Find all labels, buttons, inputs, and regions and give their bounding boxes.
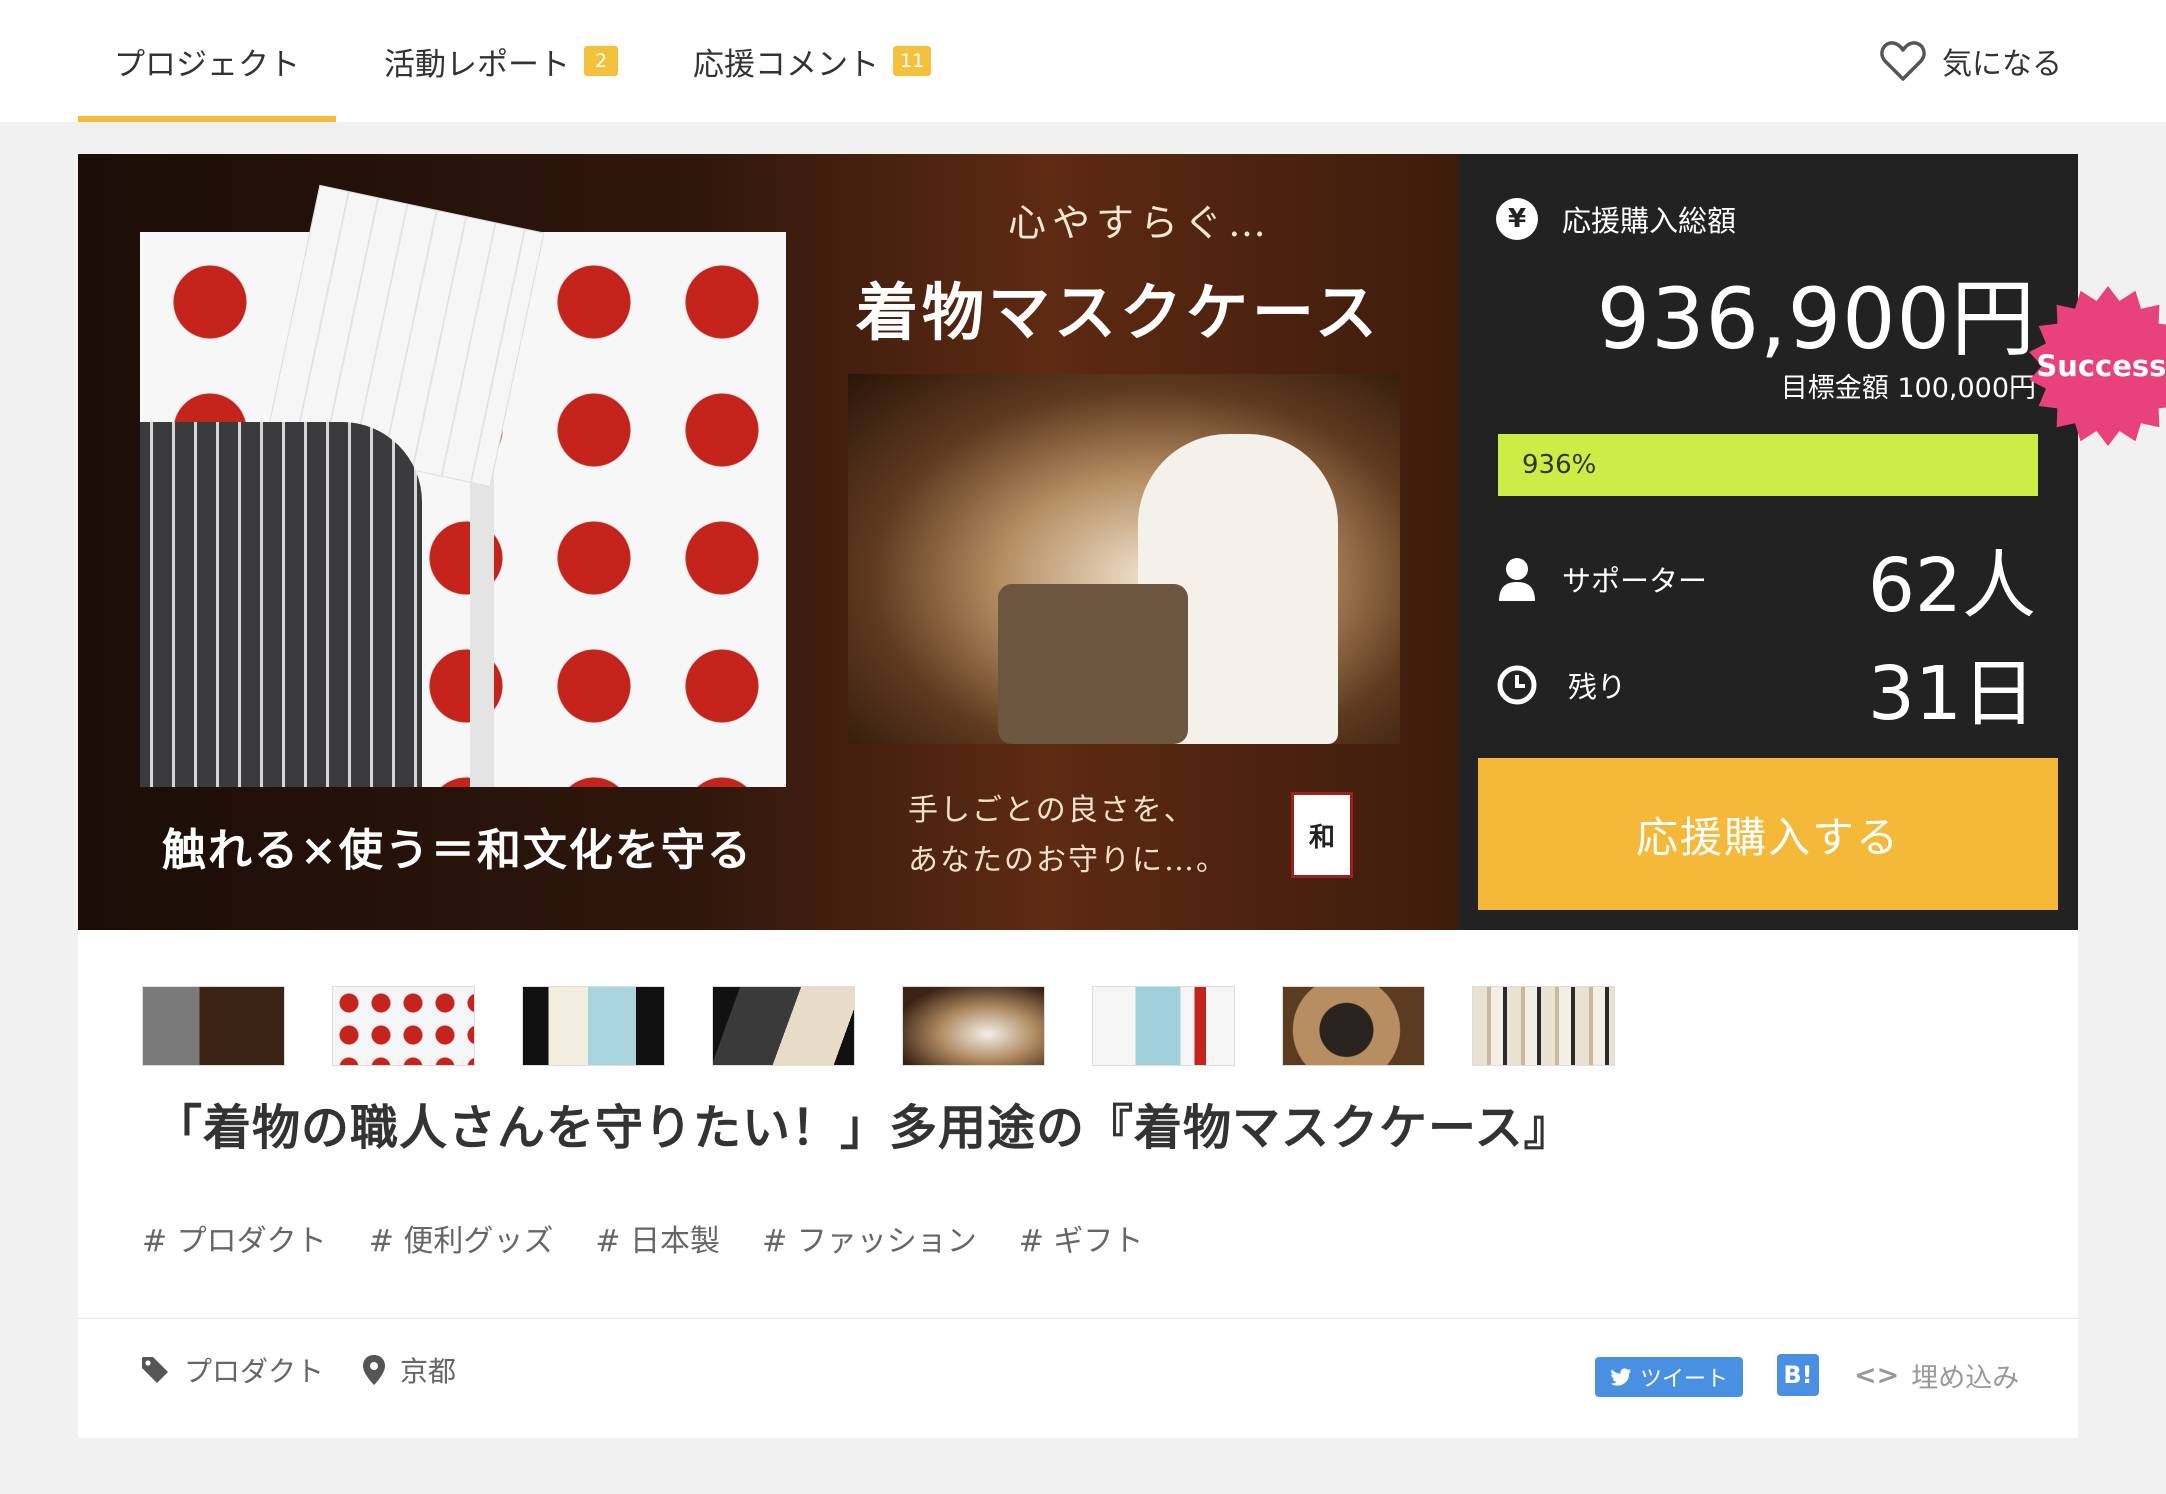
image-thumbnails xyxy=(142,986,1615,1066)
tab-project-label: プロジェクト xyxy=(114,46,300,83)
tab-project[interactable]: プロジェクト xyxy=(78,0,336,122)
hero-caption-left: 触れる×使う＝和文化を守る xyxy=(162,825,753,876)
hero-caption-right-line1: 手しごとの良さを、 xyxy=(908,793,1196,828)
total-amount-label-row: ¥ 応援購入総額 xyxy=(1496,198,1736,240)
thumbnail-8[interactable] xyxy=(1472,986,1615,1066)
hatena-bookmark-label: B! xyxy=(1783,1361,1813,1389)
supporters-value: 62人 xyxy=(1867,543,2036,629)
support-purchase-label: 応援購入する xyxy=(1635,812,1900,862)
location-label: 京都 xyxy=(400,1355,457,1388)
total-amount-value: 936,900円 xyxy=(1596,270,2036,368)
success-badge-text: Success! xyxy=(2036,349,2166,383)
twitter-bird-icon xyxy=(1610,1368,1631,1386)
woman-with-bag-photo xyxy=(848,374,1400,744)
category-label: プロダクト xyxy=(184,1355,325,1388)
hero-subtitle: 心やすらぐ… xyxy=(1008,201,1273,245)
thumbnail-1[interactable] xyxy=(142,986,285,1066)
favorite-button[interactable]: 気になる xyxy=(1880,0,2062,122)
embed-button[interactable]: <> 埋め込み xyxy=(1854,1354,2019,1396)
thumbnail-2[interactable] xyxy=(332,986,475,1066)
striped-fabric xyxy=(140,422,422,787)
support-purchase-button[interactable]: 応援購入する xyxy=(1478,758,2058,910)
hero-caption-right: 手しごとの良さを、 あなたのお守りに…。 xyxy=(908,786,1228,886)
location-pin-icon xyxy=(363,1355,385,1385)
remaining-days-value: 31日 xyxy=(1867,651,2036,737)
supporters-label-row: サポーター xyxy=(1496,556,1707,602)
thumbnail-4[interactable] xyxy=(712,986,855,1066)
funding-stats-panel: ¥ 応援購入総額 936,900円 目標金額 100,000円 936% サポー… xyxy=(1458,154,2078,930)
top-tab-bar: プロジェクト 活動レポート 2 応援コメント 11 気になる xyxy=(0,0,2166,122)
code-brackets-icon: <> xyxy=(1854,1359,1900,1391)
favorite-label: 気になる xyxy=(1942,47,2062,82)
location-link[interactable]: 京都 xyxy=(362,1330,456,1410)
tab-activity-report[interactable]: 活動レポート 2 xyxy=(384,0,618,122)
supporters-label: サポーター xyxy=(1562,564,1708,598)
category-link[interactable]: プロダクト xyxy=(140,1330,324,1410)
brand-seal-logo: 和 xyxy=(1291,792,1353,878)
clock-icon xyxy=(1497,665,1537,705)
tweet-button[interactable]: ツイート xyxy=(1595,1357,1743,1397)
hero-image: 触れる×使う＝和文化を守る 心やすらぐ… 着物マスクケース 手しごとの良さを、 … xyxy=(78,154,1458,930)
tag-product[interactable]: # プロダクト xyxy=(142,1216,327,1260)
embed-label: 埋め込み xyxy=(1911,1362,2020,1394)
tag-icon xyxy=(142,1357,168,1383)
hero-caption-right-line2: あなたのお守りに…。 xyxy=(908,843,1228,878)
hero-title: 着物マスクケース xyxy=(856,276,1381,349)
tag-fashion[interactable]: # ファッション xyxy=(762,1216,977,1260)
tag-gift[interactable]: # ギフト xyxy=(1019,1216,1144,1260)
tweet-label: ツイート xyxy=(1639,1367,1728,1392)
project-card: 触れる×使う＝和文化を守る 心やすらぐ… 着物マスクケース 手しごとの良さを、 … xyxy=(78,154,2166,1438)
total-amount-label: 応援購入総額 xyxy=(1562,204,1737,238)
tag-useful-goods[interactable]: # 便利グッズ xyxy=(369,1216,554,1260)
tag-list: # プロダクト # 便利グッズ # 日本製 # ファッション # ギフト xyxy=(142,1216,1143,1260)
support-comments-count-badge: 11 xyxy=(893,46,932,76)
progress-bar: 936% xyxy=(1498,434,2038,496)
thumbnail-5[interactable] xyxy=(902,986,1045,1066)
remaining-label: 残り xyxy=(1568,670,1627,704)
success-badge: Success! xyxy=(2026,284,2166,448)
heart-icon xyxy=(1880,41,1926,81)
yen-icon: ¥ xyxy=(1496,198,1538,240)
target-amount: 目標金額 100,000円 xyxy=(1780,373,2036,404)
person-icon xyxy=(1499,558,1535,601)
progress-percent-label: 936% xyxy=(1522,450,1597,480)
tab-support-comments[interactable]: 応援コメント 11 xyxy=(693,0,932,122)
thumbnail-7[interactable] xyxy=(1282,986,1425,1066)
thumbnail-6[interactable] xyxy=(1092,986,1235,1066)
project-title: 「着物の職人さんを守りたい！」多用途の『着物マスクケース』 xyxy=(154,1100,1573,1156)
tab-activity-report-label: 活動レポート xyxy=(384,46,570,83)
activity-report-count-badge: 2 xyxy=(584,46,618,76)
brand-seal-text: 和 xyxy=(1308,822,1335,853)
tag-made-in-japan[interactable]: # 日本製 xyxy=(595,1216,720,1260)
hatena-bookmark-button[interactable]: B! xyxy=(1777,1354,1819,1396)
thumbnail-3[interactable] xyxy=(522,986,665,1066)
tab-support-comments-label: 応援コメント xyxy=(693,46,879,83)
kimono-mask-case-photo xyxy=(140,184,786,787)
divider xyxy=(78,1318,2078,1319)
remaining-label-row: 残り xyxy=(1496,664,1626,706)
progress-bar-fill: 936% xyxy=(1498,434,2038,496)
